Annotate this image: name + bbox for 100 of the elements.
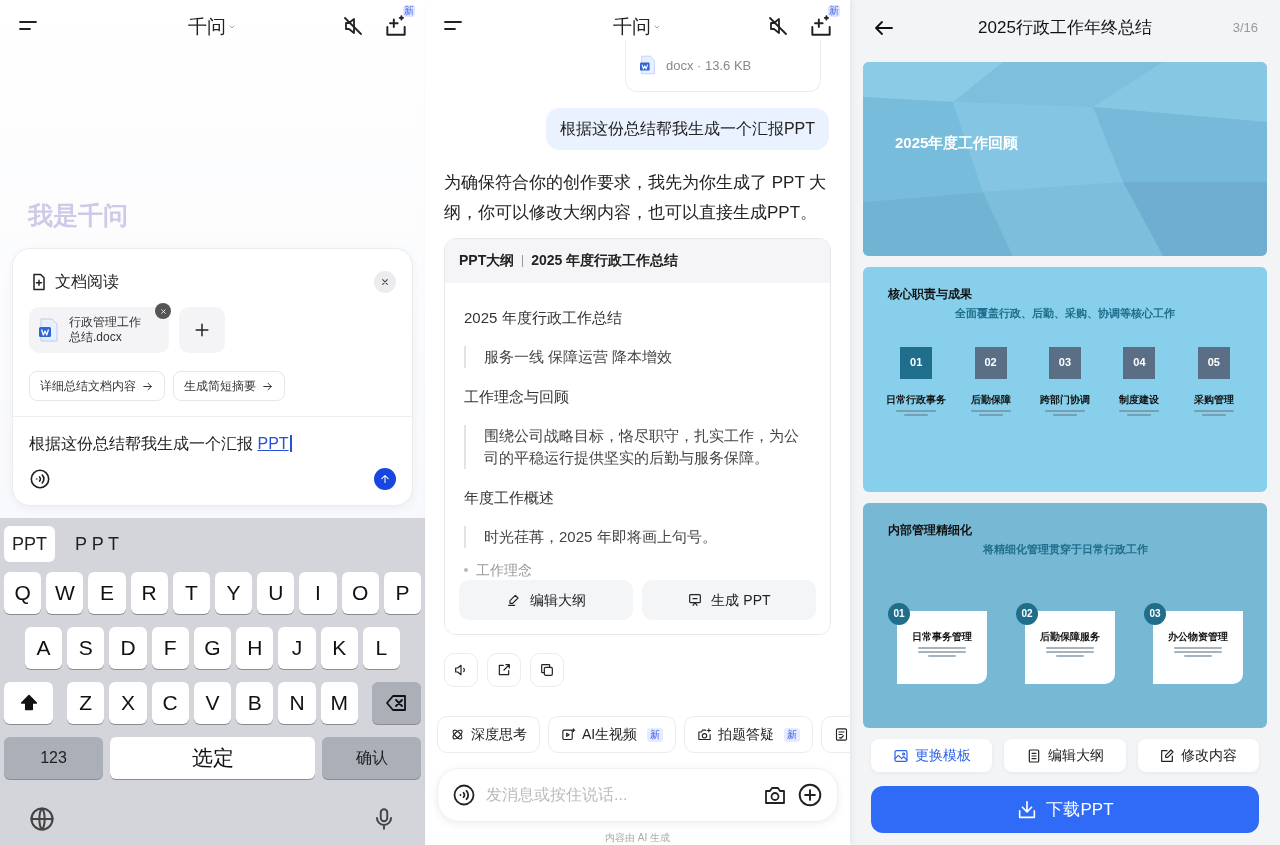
- blurred-text: [970, 409, 1011, 416]
- slide-title: 内部管理精细化: [888, 522, 973, 539]
- keyboard-key[interactable]: C: [151, 682, 189, 724]
- send-button[interactable]: [374, 468, 396, 490]
- keyboard-key[interactable]: M: [320, 682, 358, 724]
- new-badge: 新: [403, 5, 415, 17]
- share-button[interactable]: [487, 653, 521, 688]
- keyboard-key[interactable]: B: [236, 682, 274, 724]
- item-title: 跨部门协调: [1040, 392, 1090, 407]
- number-box: 02: [974, 346, 1007, 379]
- image-icon: [892, 747, 909, 764]
- keyboard-key[interactable]: N: [278, 682, 316, 724]
- tool-chip[interactable]: 深度思考: [437, 716, 540, 754]
- slide-thumbnail[interactable]: 核心职责与成果 全面覆盖行政、后勤、采购、协调等核心工作 01 日常行政事务 02 后勤保障 03 跨部门协调 04 制度建设 05 采购管理: [863, 267, 1267, 492]
- keyboard-key[interactable]: S: [67, 627, 105, 669]
- keyboard-key[interactable]: T: [172, 572, 210, 614]
- keyboard-key[interactable]: Q: [4, 572, 42, 614]
- card-title: 日常事务管理: [912, 629, 972, 644]
- card-title: 办公物资管理: [1168, 629, 1228, 644]
- word-file-icon: [39, 318, 59, 342]
- voice-icon[interactable]: [452, 783, 476, 808]
- outline-label: PPT大纲: [459, 251, 515, 271]
- keyboard-key[interactable]: F: [151, 627, 189, 669]
- suggestion-chip[interactable]: 生成简短摘要: [173, 371, 285, 401]
- voice-icon[interactable]: [29, 468, 51, 490]
- candidate-word[interactable]: PPT: [4, 526, 55, 562]
- mute-icon[interactable]: [341, 14, 365, 38]
- keyboard-key[interactable]: G: [193, 627, 232, 669]
- keyboard-key[interactable]: D: [109, 627, 147, 669]
- blurred-text: [896, 409, 937, 416]
- plus-circle-icon[interactable]: [797, 782, 823, 809]
- message-input-field[interactable]: 发消息或按住说话...: [486, 783, 753, 808]
- atom-icon: [450, 727, 465, 743]
- video-plus-icon: [561, 727, 576, 743]
- confirm-key[interactable]: 确认: [322, 737, 421, 779]
- tool-chip[interactable]: 拍题答疑 新: [684, 716, 814, 754]
- keyboard-key[interactable]: E: [88, 572, 126, 614]
- outline-heading: 工作理念与回顾: [464, 386, 570, 407]
- keyboard-key[interactable]: R: [130, 572, 168, 614]
- number-badge: 01: [888, 602, 910, 625]
- download-button[interactable]: 下载PPT: [871, 786, 1259, 833]
- number-box: 03: [1049, 346, 1081, 379]
- space-key[interactable]: 选定: [110, 737, 315, 779]
- keyboard-key[interactable]: V: [193, 682, 232, 724]
- keyboard-key[interactable]: O: [341, 572, 379, 614]
- keyboard-key[interactable]: Y: [215, 572, 253, 614]
- read-aloud-button[interactable]: [444, 653, 478, 688]
- new-badge: 新: [647, 727, 664, 742]
- keyboard-key[interactable]: A: [25, 627, 63, 669]
- slide-subtitle: 全面覆盖行政、后勤、采购、协调等核心工作: [955, 306, 1175, 321]
- keyboard-key[interactable]: Z: [67, 682, 105, 724]
- keyboard-key[interactable]: I: [299, 572, 337, 614]
- model-selector[interactable]: 千问: [612, 13, 663, 42]
- chat-input[interactable]: 发消息或按住说话...: [437, 768, 838, 822]
- outline-action-button[interactable]: 生成 PPT: [642, 580, 816, 621]
- model-selector[interactable]: 千问: [187, 13, 238, 42]
- remove-file-button[interactable]: [155, 303, 171, 319]
- presentation-icon: [687, 592, 704, 609]
- word-file-icon: [640, 55, 656, 76]
- page-counter: 3/16: [1232, 19, 1258, 38]
- blurred-text: [918, 646, 966, 657]
- slide-thumbnail[interactable]: 内部管理精细化 将精细化管理贯穿于日常行政工作 01 日常事务管理 02 后勤保障服务 03 办公物资管理: [863, 503, 1267, 728]
- file-meta: docx · 13.6 KB: [666, 56, 752, 75]
- outline-bullet: 工作理念: [476, 561, 532, 578]
- keyboard-key[interactable]: W: [46, 572, 84, 614]
- keyboard-key[interactable]: J: [278, 627, 316, 669]
- outline-heading: 2025 年度行政工作总结: [464, 307, 623, 328]
- slide-action-tab[interactable]: 更换模板: [871, 739, 993, 772]
- shift-key[interactable]: [4, 682, 53, 724]
- attachment-card[interactable]: docx · 13.6 KB: [625, 39, 821, 92]
- blurred-text: [1119, 409, 1160, 416]
- outline-point: 时光荏苒，2025 年即将画上句号。: [464, 525, 811, 548]
- outline-point: 围绕公司战略目标，恪尽职守，扎实工作，为公司的平稳运行提供坚实的后勤与服务保障。: [464, 424, 811, 469]
- outline-action-button[interactable]: 编辑大纲: [459, 580, 633, 621]
- keyboard-key[interactable]: L: [362, 627, 400, 669]
- slide-action-tab[interactable]: 修改内容: [1137, 739, 1259, 772]
- outline-point: 服务一线 保障运营 降本增效: [464, 345, 811, 368]
- keyboard-key[interactable]: H: [236, 627, 274, 669]
- page-title: 2025行政工作年终总结: [978, 17, 1152, 40]
- add-file-button[interactable]: [179, 307, 225, 353]
- candidate-word[interactable]: P P T: [67, 526, 128, 562]
- numbers-key[interactable]: 123: [4, 737, 103, 779]
- item-title: 采购管理: [1193, 392, 1234, 407]
- message-input[interactable]: 根据这份总结帮我生成一个汇报 PPT: [13, 432, 412, 456]
- keyboard-key[interactable]: U: [257, 572, 295, 614]
- delete-key[interactable]: [372, 682, 421, 724]
- globe-icon[interactable]: [28, 805, 56, 833]
- close-button[interactable]: [374, 271, 396, 293]
- keyboard-key[interactable]: X: [109, 682, 147, 724]
- copy-button[interactable]: [530, 653, 564, 688]
- edit-icon: [1159, 747, 1176, 764]
- keyboard-key[interactable]: P: [383, 572, 421, 614]
- suggestion-chip[interactable]: 详细总结文档内容: [29, 371, 165, 401]
- assistant-reply: 为确保符合你的创作要求，我先为你生成了 PPT 大纲，你可以修改大纲内容，也可以直接生成PPT。: [443, 171, 828, 224]
- keyboard-key[interactable]: K: [320, 627, 358, 669]
- slide-action-tab[interactable]: 编辑大纲: [1004, 739, 1126, 772]
- item-title: 日常行政事务: [886, 392, 947, 407]
- tool-chip[interactable]: AI生视频 新: [548, 716, 677, 754]
- document-icon: [1026, 747, 1042, 764]
- number-box: 04: [1123, 346, 1156, 379]
